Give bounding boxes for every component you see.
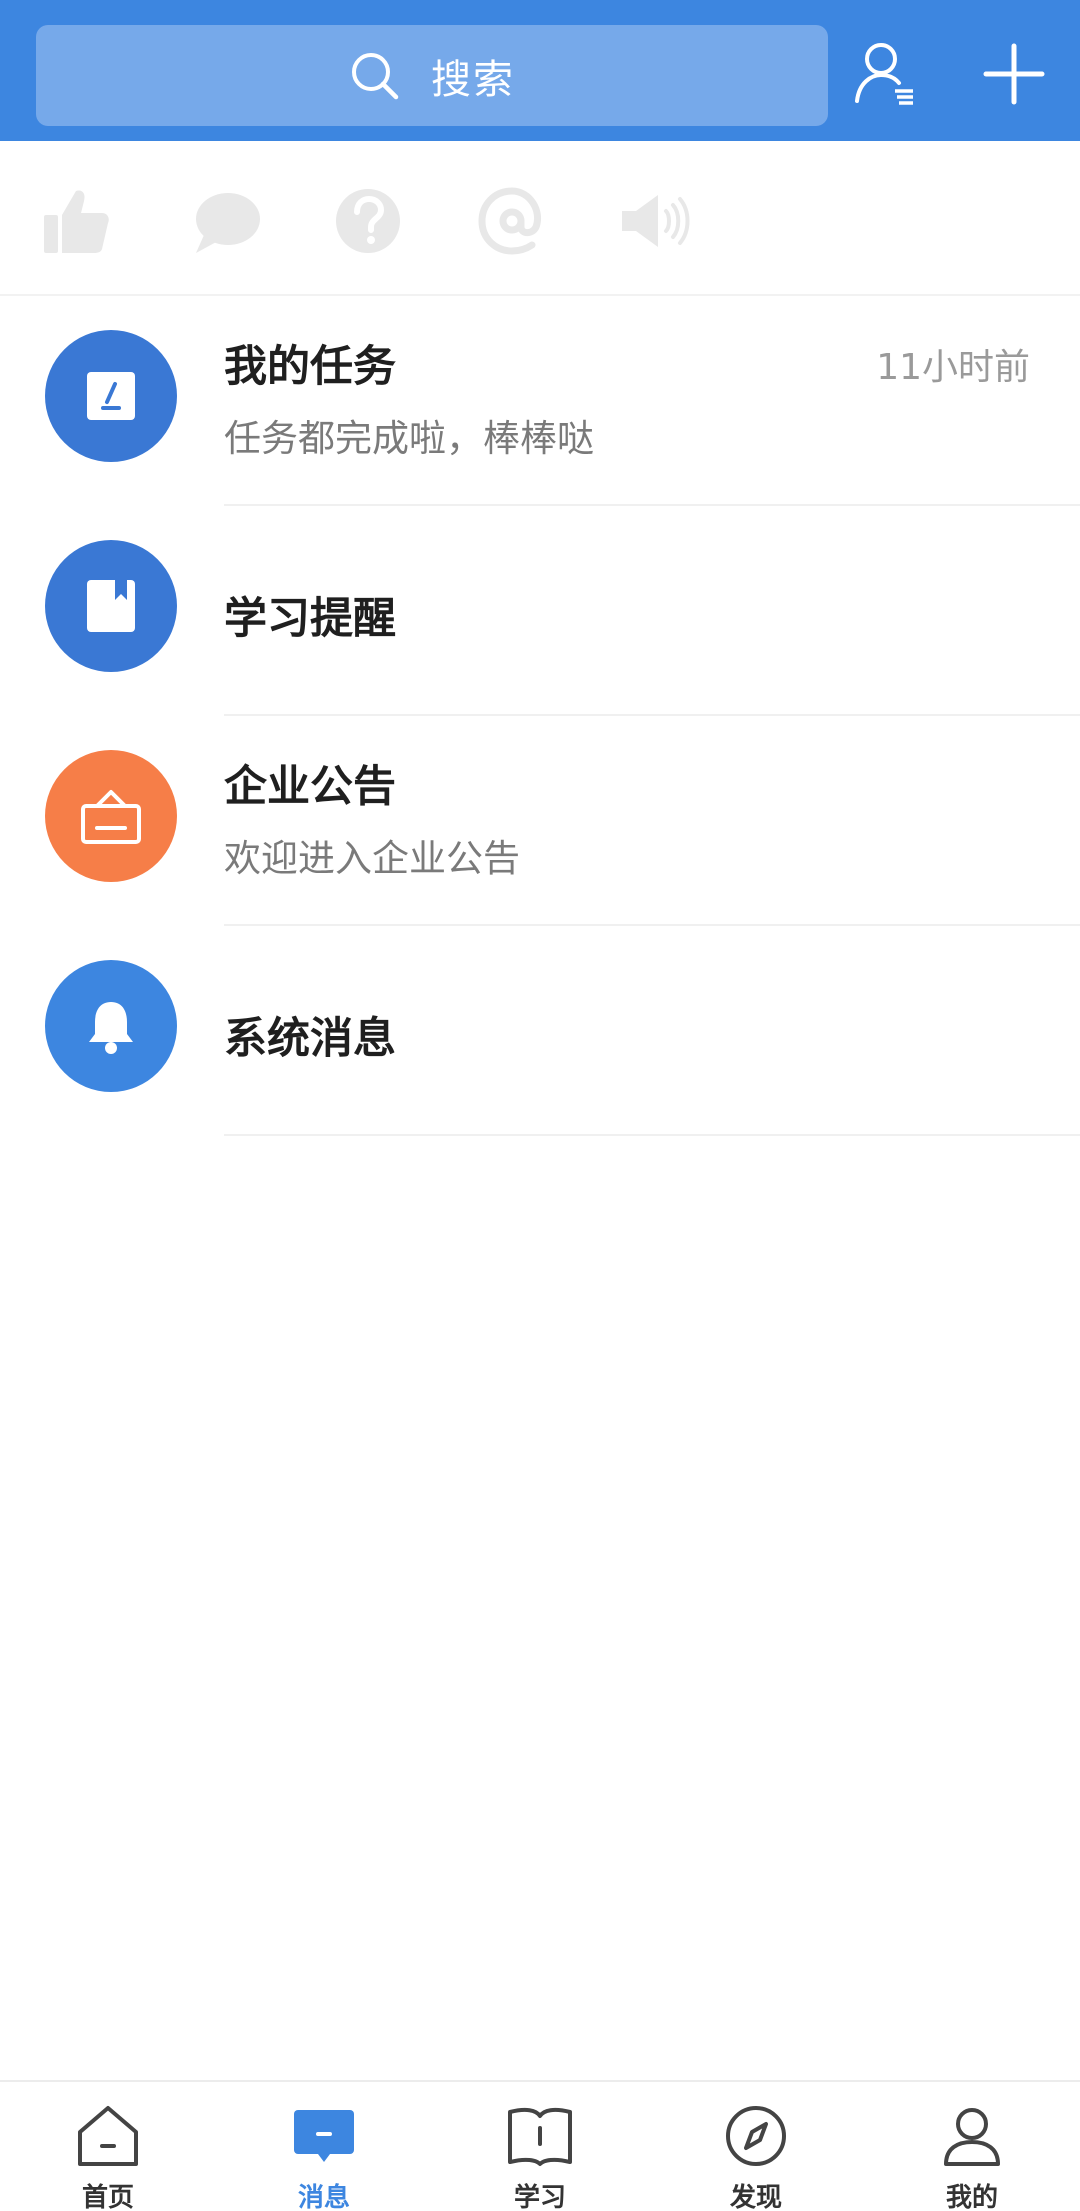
study-reminder-avatar xyxy=(45,540,177,672)
list-item-system-messages[interactable]: 系统消息 xyxy=(0,926,1080,1136)
message-title: 我的任务 xyxy=(224,342,396,392)
tab-me[interactable]: 我的 xyxy=(864,2082,1080,2211)
tab-discover[interactable]: 发现 xyxy=(648,2082,864,2211)
user-icon xyxy=(944,2108,1000,2166)
search-icon xyxy=(352,52,399,99)
thumbs-up-icon[interactable] xyxy=(36,181,116,261)
speaker-icon[interactable] xyxy=(614,181,694,261)
message-time: 11小时前 xyxy=(876,347,1030,388)
top-header: 搜索 xyxy=(0,0,1080,141)
home-icon xyxy=(78,2106,138,2166)
tab-label: 发现 xyxy=(729,2183,782,2211)
list-item-study-reminder[interactable]: 学习提醒 xyxy=(0,506,1080,716)
tab-label: 首页 xyxy=(81,2183,134,2211)
contacts-icon xyxy=(855,43,913,105)
message-title: 系统消息 xyxy=(224,1014,396,1064)
tab-label: 消息 xyxy=(297,2183,350,2211)
bottom-tab-bar: 首页 消息 学习 发现 我的 xyxy=(0,2080,1080,2211)
message-title: 学习提醒 xyxy=(224,594,396,644)
comment-icon[interactable] xyxy=(186,181,266,261)
bell-icon xyxy=(89,1002,133,1054)
divider xyxy=(224,1134,1080,1136)
tab-label: 我的 xyxy=(945,2183,998,2211)
plus-icon xyxy=(983,43,1045,105)
tasks-avatar xyxy=(45,330,177,462)
notice-board-icon xyxy=(81,790,141,844)
edit-icon xyxy=(87,372,135,420)
list-item-company-notice[interactable]: 企业公告 欢迎进入企业公告 xyxy=(0,716,1080,926)
message-title: 企业公告 xyxy=(224,762,396,812)
quick-actions-row xyxy=(0,141,1080,296)
tab-messages[interactable]: 消息 xyxy=(216,2082,432,2211)
tab-home[interactable]: 首页 xyxy=(0,2082,216,2211)
add-button[interactable] xyxy=(974,34,1054,114)
messages-page: 搜索 我的任务 任务都完成啦，棒棒哒 11小时前 学习提醒 企业公告 欢迎进入企… xyxy=(0,0,1080,2211)
tab-label: 学习 xyxy=(513,2183,566,2211)
message-icon xyxy=(294,2110,354,2162)
list-item-my-tasks[interactable]: 我的任务 任务都完成啦，棒棒哒 11小时前 xyxy=(0,296,1080,506)
search-bar[interactable]: 搜索 xyxy=(36,25,828,126)
book-icon xyxy=(87,580,135,632)
system-messages-avatar xyxy=(45,960,177,1092)
tab-study[interactable]: 学习 xyxy=(432,2082,648,2211)
message-subtitle: 欢迎进入企业公告 xyxy=(224,837,520,880)
question-icon[interactable] xyxy=(328,181,408,261)
book-icon xyxy=(508,2107,572,2166)
contacts-button[interactable] xyxy=(846,34,926,114)
search-placeholder: 搜索 xyxy=(431,56,515,103)
message-subtitle: 任务都完成啦，棒棒哒 xyxy=(224,417,594,460)
compass-icon xyxy=(726,2106,786,2166)
at-icon[interactable] xyxy=(472,181,552,261)
company-notice-avatar xyxy=(45,750,177,882)
